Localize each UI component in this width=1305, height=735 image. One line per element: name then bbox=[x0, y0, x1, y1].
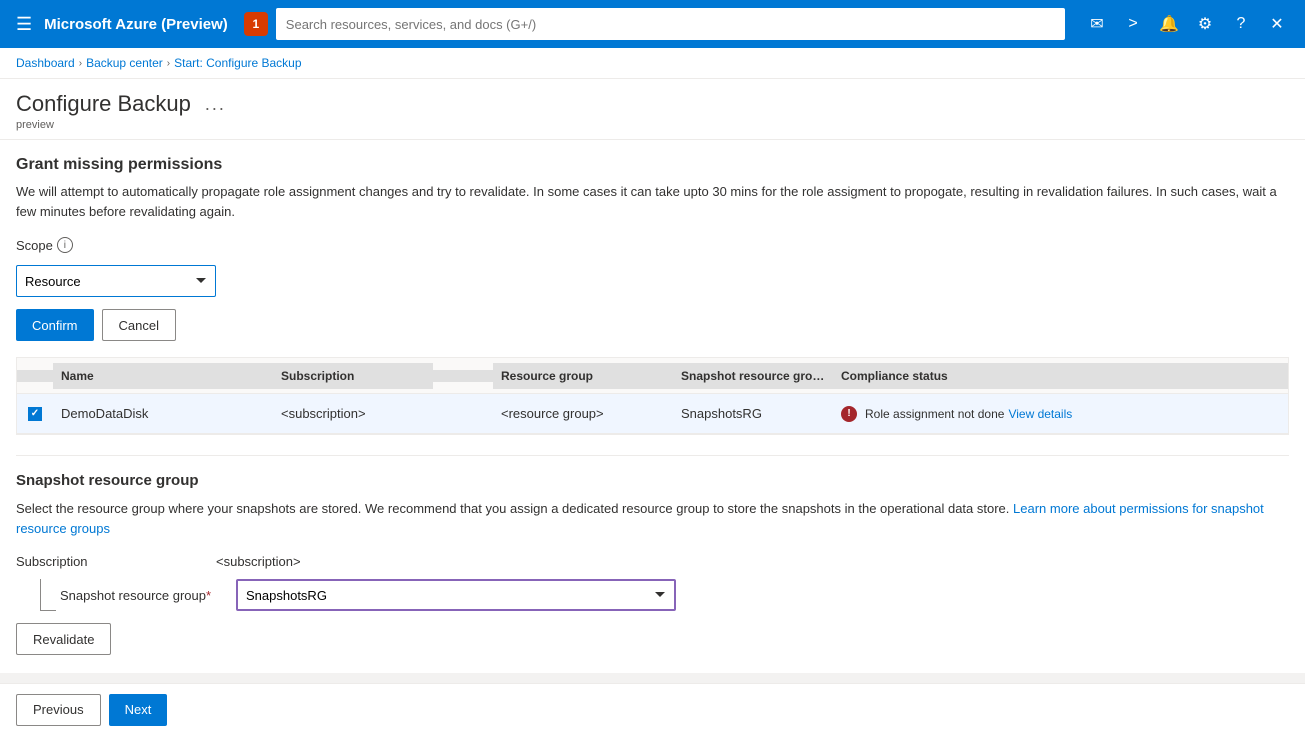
snapshot-rg-select[interactable]: SnapshotsRG bbox=[236, 579, 676, 611]
notification-badge: 1 bbox=[244, 12, 268, 36]
rg-required-marker: * bbox=[206, 588, 211, 603]
help-icon[interactable]: ? bbox=[1225, 8, 1257, 40]
subscription-value: <subscription> bbox=[216, 554, 301, 569]
scope-info-icon[interactable]: i bbox=[57, 237, 73, 253]
snapshot-description: Select the resource group where your sna… bbox=[16, 499, 1289, 538]
breadcrumb-dashboard[interactable]: Dashboard bbox=[16, 56, 75, 70]
confirm-cancel-row: Confirm Cancel bbox=[16, 309, 1289, 341]
subscription-label: Subscription bbox=[16, 554, 216, 569]
snapshot-section: Snapshot resource group Select the resou… bbox=[16, 455, 1289, 655]
row-name: DemoDataDisk bbox=[53, 400, 273, 427]
col-name: Name bbox=[53, 363, 273, 389]
error-icon: ! bbox=[841, 406, 857, 422]
table-row: DemoDataDisk <subscription> <resource gr… bbox=[17, 394, 1288, 434]
snapshot-form: Subscription <subscription> Snapshot res… bbox=[16, 554, 1289, 655]
grant-heading: Grant missing permissions bbox=[16, 156, 1289, 174]
col-snapshot-rg: Snapshot resource group bbox=[673, 363, 833, 389]
row-checkbox[interactable] bbox=[28, 407, 42, 421]
connector-line bbox=[40, 579, 56, 611]
cancel-button[interactable]: Cancel bbox=[102, 309, 176, 341]
col-resource-group: Resource group bbox=[493, 363, 673, 389]
bell-icon[interactable]: 🔔 bbox=[1153, 8, 1185, 40]
settings-icon[interactable]: ⚙ bbox=[1189, 8, 1221, 40]
scope-select[interactable]: Resource Subscription Resource Group bbox=[16, 265, 216, 297]
grant-section: Grant missing permissions We will attemp… bbox=[16, 156, 1289, 341]
row-subscription: <subscription> bbox=[273, 400, 433, 427]
breadcrumb-sep-2: › bbox=[167, 58, 170, 69]
row-resource-group: <resource group> bbox=[493, 400, 673, 427]
breadcrumb-configure-backup[interactable]: Start: Configure Backup bbox=[174, 56, 301, 70]
row-checkbox-cell[interactable] bbox=[17, 401, 53, 427]
row-col3 bbox=[433, 408, 493, 420]
footer: Previous Next bbox=[0, 683, 1305, 735]
close-icon[interactable]: ✕ bbox=[1261, 8, 1293, 40]
row-status-text: Role assignment not done bbox=[865, 407, 1004, 421]
breadcrumb-sep-1: › bbox=[79, 58, 82, 69]
previous-button[interactable]: Previous bbox=[16, 694, 101, 726]
cloud-shell-icon[interactable]: > bbox=[1117, 8, 1149, 40]
row-snapshot-rg: SnapshotsRG bbox=[673, 400, 833, 427]
search-input[interactable] bbox=[276, 8, 1065, 40]
page-header: Configure Backup ... preview bbox=[0, 79, 1305, 140]
scope-label: Scope i bbox=[16, 237, 76, 253]
page-subtitle: preview bbox=[16, 119, 232, 131]
col-compliance: Compliance status bbox=[833, 363, 1288, 389]
next-button[interactable]: Next bbox=[109, 694, 168, 726]
col-checkbox bbox=[17, 370, 53, 382]
scope-select-row: Resource Subscription Resource Group bbox=[16, 265, 1289, 297]
revalidate-row: Revalidate bbox=[16, 623, 1289, 655]
revalidate-button[interactable]: Revalidate bbox=[16, 623, 111, 655]
snapshot-rg-row: Snapshot resource group* SnapshotsRG bbox=[40, 579, 1289, 611]
snapshot-rg-label: Snapshot resource group* bbox=[60, 588, 236, 603]
app-title: Microsoft Azure (Preview) bbox=[44, 16, 228, 33]
row-status-cell: ! Role assignment not done View details bbox=[833, 400, 1288, 428]
topbar: ☰ Microsoft Azure (Preview) 1 ✉ > 🔔 ⚙ ? … bbox=[0, 0, 1305, 48]
breadcrumb-backup-center[interactable]: Backup center bbox=[86, 56, 163, 70]
col-subscription: Subscription bbox=[273, 363, 433, 389]
more-options-button[interactable]: ... bbox=[199, 92, 232, 117]
main-content: Grant missing permissions We will attemp… bbox=[0, 140, 1305, 673]
scope-row: Scope i bbox=[16, 237, 1289, 253]
breadcrumb: Dashboard › Backup center › Start: Confi… bbox=[0, 48, 1305, 79]
grant-description: We will attempt to automatically propaga… bbox=[16, 182, 1289, 221]
email-icon[interactable]: ✉ bbox=[1081, 8, 1113, 40]
confirm-button[interactable]: Confirm bbox=[16, 309, 94, 341]
page-title: Configure Backup bbox=[16, 91, 191, 117]
col-extra bbox=[433, 370, 493, 382]
subscription-row: Subscription <subscription> bbox=[16, 554, 1289, 569]
hamburger-icon[interactable]: ☰ bbox=[12, 10, 36, 39]
resource-table: Name Subscription Resource group Snapsho… bbox=[16, 357, 1289, 435]
table-header: Name Subscription Resource group Snapsho… bbox=[17, 358, 1288, 394]
topbar-icons: ✉ > 🔔 ⚙ ? ✕ bbox=[1081, 8, 1293, 40]
view-details-link[interactable]: View details bbox=[1008, 407, 1072, 421]
snapshot-section-title: Snapshot resource group bbox=[16, 472, 1289, 489]
